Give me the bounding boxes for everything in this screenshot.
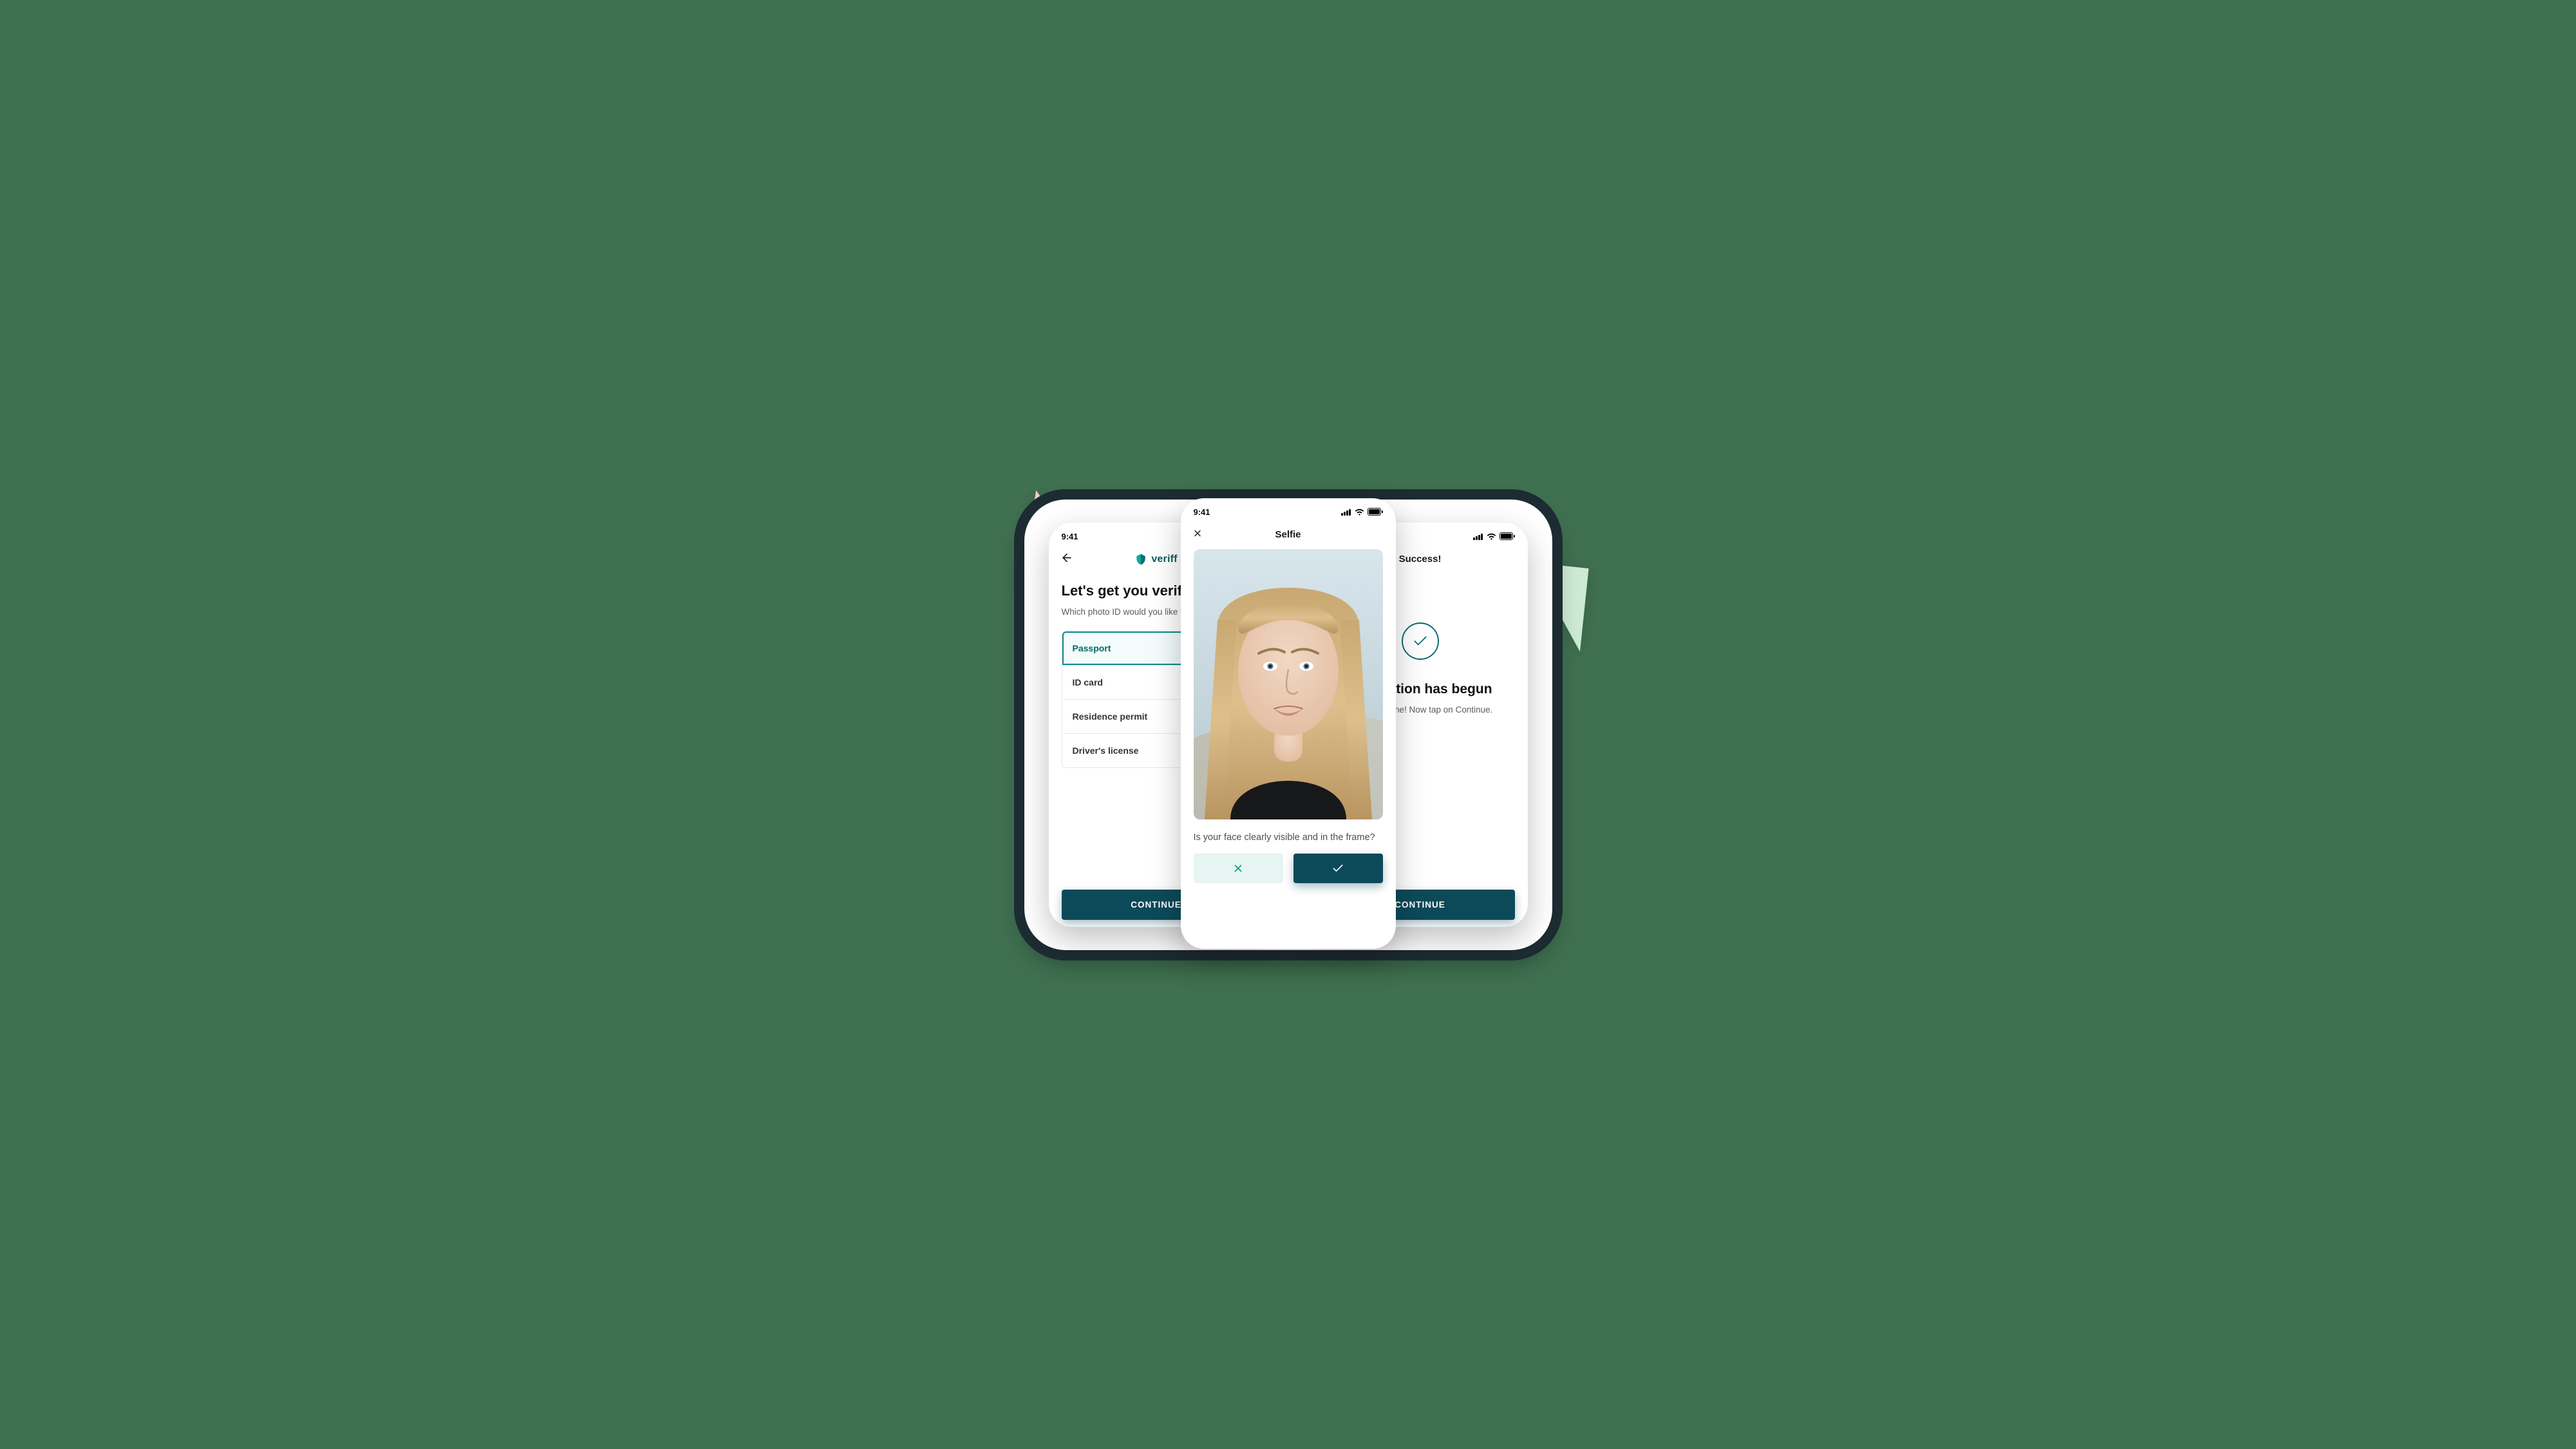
veriff-logo-icon (1134, 553, 1147, 566)
signal-icon (1473, 533, 1483, 540)
selfie-prompt: Is your face clearly visible and in the … (1181, 830, 1396, 854)
status-icons (1341, 508, 1383, 516)
status-time: 9:41 (1194, 507, 1210, 517)
check-icon (1412, 633, 1429, 650)
success-check-circle (1402, 622, 1439, 660)
accept-button[interactable] (1293, 854, 1383, 883)
x-icon (1232, 863, 1244, 874)
close-button[interactable] (1192, 528, 1203, 541)
nav-title: Selfie (1275, 529, 1301, 540)
back-button[interactable] (1060, 551, 1073, 567)
selfie-photo (1194, 549, 1383, 819)
wifi-icon (1355, 509, 1364, 516)
status-icons (1473, 532, 1515, 540)
signal-icon (1341, 509, 1351, 516)
phone-selfie: 9:41 Selfie (1181, 498, 1396, 949)
brand-logo: veriff (1134, 553, 1177, 566)
selfie-button-row (1181, 854, 1396, 897)
battery-icon (1500, 532, 1515, 540)
nav-title: Success! (1399, 554, 1442, 565)
wifi-icon (1487, 533, 1496, 540)
arrow-left-icon (1060, 551, 1073, 564)
selfie-illustration (1194, 549, 1383, 819)
stage: 9:41 veriff Let's get you verified Which… (820, 462, 1757, 987)
status-bar: 9:41 (1181, 498, 1396, 521)
check-icon (1331, 862, 1344, 875)
battery-icon (1368, 508, 1383, 516)
close-icon (1192, 528, 1203, 538)
status-time: 9:41 (1062, 532, 1078, 541)
brand-text: veriff (1151, 554, 1177, 565)
reject-button[interactable] (1194, 854, 1283, 883)
nav-row: Selfie (1181, 521, 1396, 549)
